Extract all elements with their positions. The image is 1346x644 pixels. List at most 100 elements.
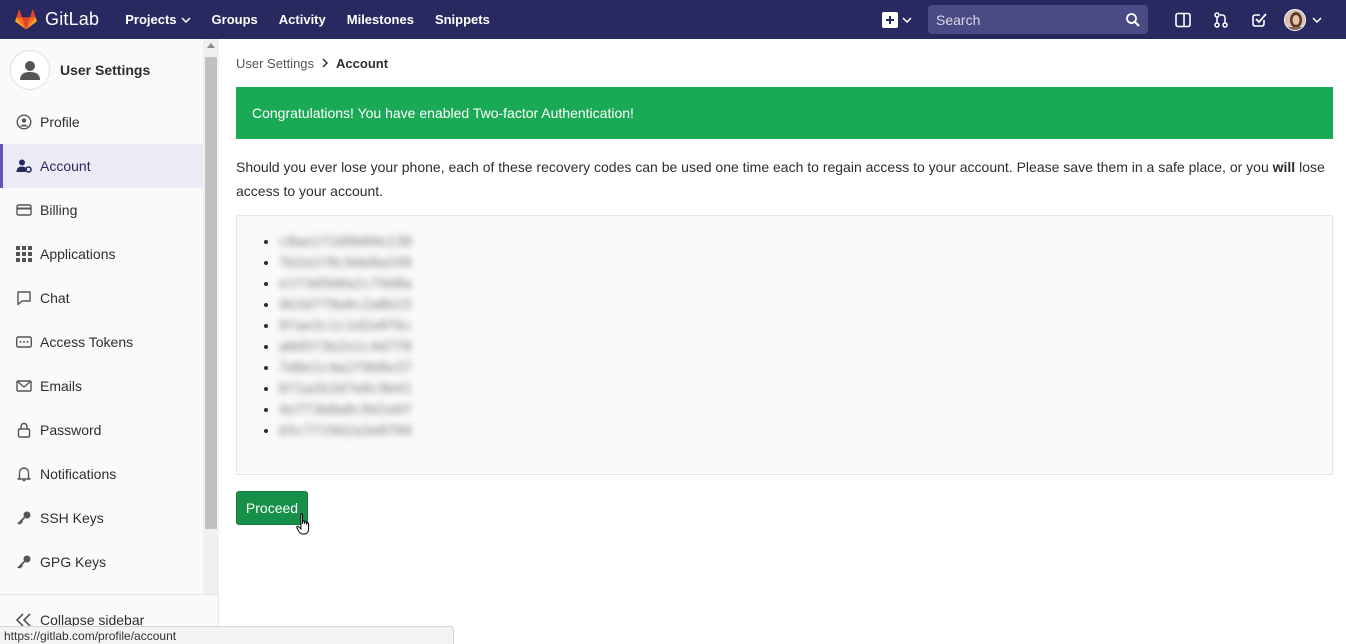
recovery-code: 9fae3c1c1d2e0f6c <box>279 319 413 334</box>
sidebar-item-billing[interactable]: Billing <box>0 188 203 232</box>
list-item: 4e7f3b8a0c9d1e6f <box>279 402 1332 423</box>
list-item: 7b2a1f0c9de8a249 <box>279 255 1332 276</box>
search-input[interactable] <box>936 11 1126 28</box>
gitlab-logo[interactable]: GitLab <box>15 9 99 30</box>
sidebar-item-label: Profile <box>40 114 80 130</box>
flash-message: Congratulations! You have enabled Two-fa… <box>252 105 634 121</box>
nav-link-label: Snippets <box>434 12 490 27</box>
nav-link-snippets[interactable]: Snippets <box>435 12 490 27</box>
description-bold: will <box>1272 159 1296 175</box>
nav-link-groups[interactable]: Groups <box>212 12 258 27</box>
recovery-codes-description: Should you ever lose your phone, each of… <box>236 155 1333 203</box>
list-item: 7d0e1c4a2f9b8e37 <box>279 360 1332 381</box>
chevron-right-icon <box>322 58 329 68</box>
search-icon[interactable] <box>1126 12 1140 27</box>
sidebar-item-label: Account <box>40 158 91 174</box>
double-chevron-left-icon <box>16 612 32 627</box>
account-icon <box>16 158 32 174</box>
sidebar-item-label: Notifications <box>40 466 117 482</box>
list-item: 0f1a2b3d7e8c9b41 <box>279 381 1332 402</box>
user-icon <box>20 60 40 80</box>
todo-check-icon <box>1252 12 1267 27</box>
nav-link-label: Projects <box>125 12 177 27</box>
profile-icon <box>16 114 32 130</box>
main-content: User Settings Account Congratulations! Y… <box>236 39 1333 525</box>
chevron-down-icon <box>181 16 191 23</box>
sidebar-scrollbar[interactable] <box>203 39 219 594</box>
merge-requests-button[interactable] <box>1202 11 1240 28</box>
sidebar-item-account[interactable]: Account <box>0 144 203 188</box>
merge-request-icon <box>1214 11 1228 28</box>
breadcrumb: User Settings Account <box>236 39 1333 87</box>
user-settings-avatar <box>10 49 50 90</box>
sidebar-item-notifications[interactable]: Notifications <box>0 452 203 496</box>
list-item: 4b3d7f9e0c2a8b15 <box>279 297 1332 318</box>
recovery-code: c8ae1f2d9b04e130 <box>279 235 413 250</box>
recovery-code: b5c7f19d2a3e8f04 <box>279 424 413 439</box>
sidebar-item-password[interactable]: Password <box>0 408 203 452</box>
recovery-code: 7b2a1f0c9de8a249 <box>279 256 413 271</box>
nav-link-activity[interactable]: Activity <box>279 12 326 27</box>
gitlab-tanuki-icon <box>15 9 37 30</box>
recovery-codes-box: c8ae1f2d9b04e130 7b2a1f0c9de8a249 e1f3d5… <box>236 215 1333 475</box>
chevron-down-icon <box>1312 16 1322 23</box>
sidebar-item-label: Emails <box>40 378 83 394</box>
scrollbar-thumb[interactable] <box>205 57 217 529</box>
sidebar-item-label: Access Tokens <box>40 334 134 350</box>
applications-icon <box>16 246 32 262</box>
sidebar-item-label: SSH Keys <box>40 510 104 526</box>
mail-icon <box>16 378 32 394</box>
sidebar-item-label: Password <box>40 422 102 438</box>
list-item: a0d5f3b2e1c4d7f0 <box>279 339 1332 360</box>
sidebar-item-chat[interactable]: Chat <box>0 276 203 320</box>
nav-link-milestones[interactable]: Milestones <box>347 12 414 27</box>
lock-icon <box>16 422 32 438</box>
todos-button[interactable] <box>1240 12 1278 28</box>
recovery-code: 7d0e1c4a2f9b8e37 <box>279 361 413 376</box>
sidebar-title: User Settings <box>60 61 151 78</box>
sidebar-item-label: Chat <box>40 290 70 306</box>
nav-link-label: Activity <box>278 12 326 27</box>
chat-icon <box>16 290 32 306</box>
sidebar-item-label: Applications <box>40 246 116 262</box>
sidebar-item-profile[interactable]: Profile <box>0 100 203 144</box>
recovery-code: a0d5f3b2e1c4d7f0 <box>279 340 413 355</box>
sidebar-item-gpg-keys[interactable]: GPG Keys <box>0 540 203 584</box>
plus-square-icon <box>882 11 898 28</box>
chevron-down-icon <box>902 16 912 23</box>
bell-icon <box>16 466 32 482</box>
key-icon <box>16 554 32 570</box>
status-url: https://gitlab.com/profile/account <box>4 628 177 643</box>
sidebar-item-access-tokens[interactable]: Access Tokens <box>0 320 203 364</box>
description-text: Should you ever lose your phone, each of… <box>236 159 1273 175</box>
list-item: c8ae1f2d9b04e130 <box>279 234 1332 255</box>
recovery-code: 0f1a2b3d7e8c9b41 <box>279 382 413 397</box>
scroll-up-arrow-icon[interactable] <box>207 43 215 48</box>
nav-link-projects[interactable]: Projects <box>125 12 191 27</box>
recovery-code: 4e7f3b8a0c9d1e6f <box>279 403 413 418</box>
credit-card-icon <box>16 202 32 218</box>
search-box[interactable] <box>928 5 1148 34</box>
nav-links: Projects Groups Activity Milestones Snip… <box>125 12 511 27</box>
flash-success: Congratulations! You have enabled Two-fa… <box>236 87 1333 139</box>
sidebar-header[interactable]: User Settings <box>0 39 218 100</box>
list-item: b5c7f19d2a3e8f04 <box>279 423 1332 444</box>
breadcrumb-user-settings[interactable]: User Settings <box>236 56 314 71</box>
new-dropdown-button[interactable] <box>882 11 912 28</box>
recovery-code: e1f3d5b0a2c74d8a <box>279 277 413 292</box>
breadcrumb-account[interactable]: Account <box>336 56 388 71</box>
sidebar-toggle-button[interactable] <box>1164 12 1202 28</box>
user-menu-button[interactable] <box>1284 8 1322 31</box>
sidebar-item-applications[interactable]: Applications <box>0 232 203 276</box>
recovery-codes-list: c8ae1f2d9b04e130 7b2a1f0c9de8a249 e1f3d5… <box>279 234 1332 444</box>
nav-link-label: Milestones <box>346 12 414 27</box>
top-navbar: GitLab Projects Groups Activity Mileston… <box>0 0 1346 39</box>
brand-name: GitLab <box>45 9 100 29</box>
settings-sidebar: User Settings Profile Account Billing Ap… <box>0 39 219 644</box>
sidebar-item-emails[interactable]: Emails <box>0 364 203 408</box>
avatar <box>1284 8 1306 31</box>
browser-status-bar: https://gitlab.com/profile/account <box>0 626 454 644</box>
list-item: e1f3d5b0a2c74d8a <box>279 276 1332 297</box>
sidebar-item-ssh-keys[interactable]: SSH Keys <box>0 496 203 540</box>
key-icon <box>16 510 32 526</box>
